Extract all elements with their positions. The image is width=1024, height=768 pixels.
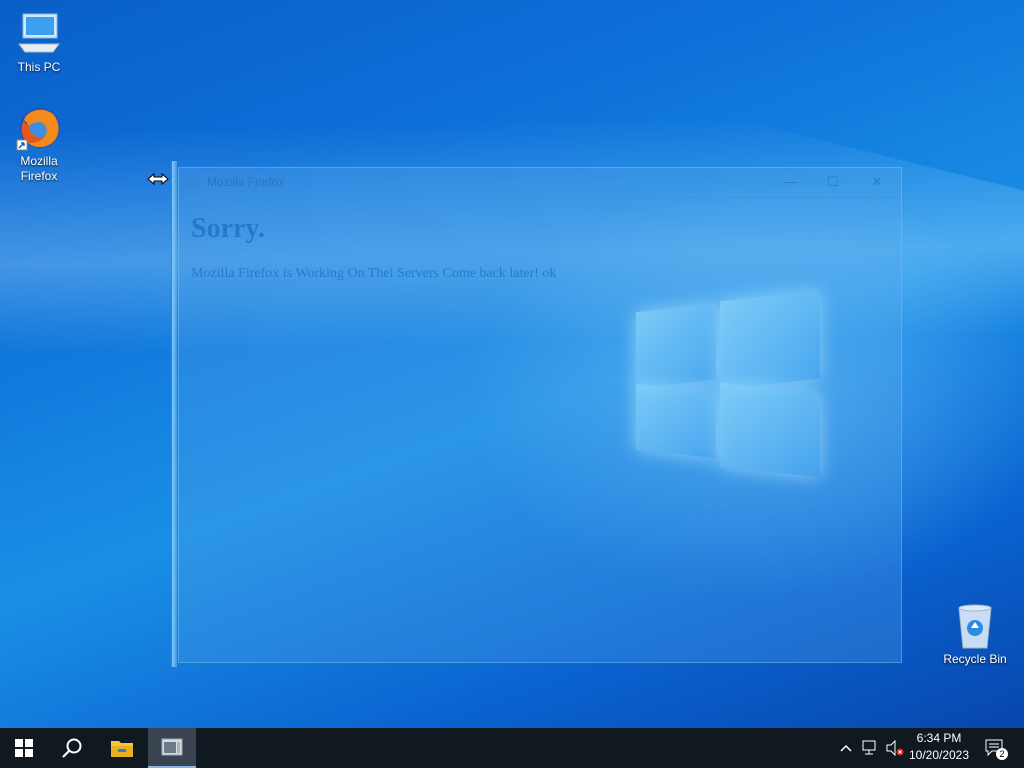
notification-count-badge: 2	[996, 748, 1008, 760]
file-explorer-icon	[111, 741, 133, 757]
minimize-button[interactable]: —	[773, 172, 809, 192]
desktop-icon-label: Recycle Bin	[943, 652, 1007, 666]
window-titlebar[interactable]: Mozilla Firefox — ☐ ✕	[179, 168, 901, 198]
network-button[interactable]	[860, 728, 882, 768]
desktop: This PC Mozilla Firefox Recycle Bin Mozi…	[0, 0, 1024, 728]
page-heading: Sorry.	[191, 213, 265, 244]
search-button[interactable]	[48, 728, 96, 768]
taskbar: 6:34 PM 10/20/2023 2	[0, 728, 1024, 768]
start-button[interactable]	[0, 728, 48, 768]
window-resize-edge[interactable]	[171, 161, 177, 667]
computer-icon	[15, 10, 63, 58]
page-message: Mozilla Firefox is Working On Thei Serve…	[191, 266, 557, 281]
desktop-icon-label: Mozilla Firefox	[20, 154, 58, 183]
windows-start-icon	[15, 739, 33, 757]
search-icon	[62, 738, 82, 758]
recycle-bin-icon	[951, 602, 999, 650]
file-explorer-button[interactable]	[98, 728, 146, 768]
firefox-small-icon	[187, 176, 199, 188]
desktop-icon-firefox[interactable]: Mozilla Firefox	[4, 104, 74, 184]
horizontal-resize-cursor-icon	[147, 172, 169, 186]
show-hidden-icons-button[interactable]	[836, 728, 856, 768]
desktop-icon-recycle-bin[interactable]: Recycle Bin	[938, 602, 1012, 667]
clock-date: 10/20/2023	[908, 748, 970, 762]
desktop-icon-this-pc[interactable]: This PC	[4, 10, 74, 75]
clock-time: 6:34 PM	[916, 731, 962, 745]
network-icon	[862, 740, 876, 755]
maximize-button[interactable]: ☐	[815, 172, 851, 192]
window-title: Mozilla Firefox	[207, 175, 285, 189]
taskbar-app-firefox[interactable]	[148, 728, 196, 768]
close-button[interactable]: ✕	[859, 172, 895, 192]
app-window-icon	[161, 738, 183, 756]
chevron-up-icon	[840, 744, 852, 752]
action-center-button[interactable]: 2	[980, 728, 1010, 768]
clock[interactable]: 6:34 PM 10/20/2023	[902, 730, 976, 764]
desktop-icon-label: This PC	[17, 60, 61, 74]
firefox-window[interactable]: Mozilla Firefox — ☐ ✕ Sorry. Mozilla Fir…	[178, 167, 902, 663]
firefox-icon	[15, 104, 63, 152]
